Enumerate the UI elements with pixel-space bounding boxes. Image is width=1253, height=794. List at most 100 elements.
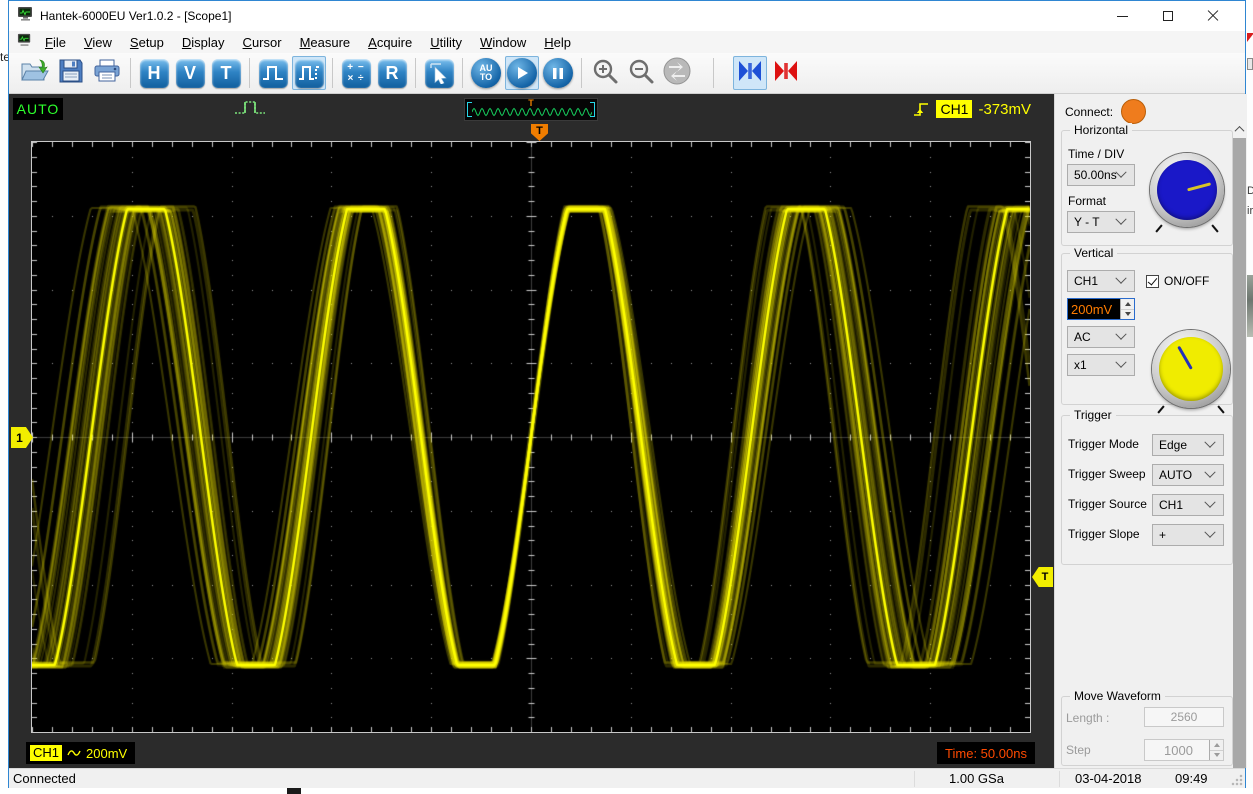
window-title: Hantek-6000EU Ver1.0.2 - [Scope1] bbox=[40, 9, 232, 23]
menu-cursor[interactable]: Cursor bbox=[234, 33, 291, 52]
zoom-in-button[interactable] bbox=[588, 56, 622, 90]
play-icon bbox=[507, 58, 537, 88]
move-waveform-group: Move Waveform Length : 2560 Step 1000 bbox=[1061, 689, 1233, 766]
close-button[interactable] bbox=[1190, 1, 1235, 31]
zoomout-icon bbox=[627, 57, 655, 90]
pulse-train-mode-button[interactable] bbox=[292, 56, 326, 90]
autoset-button[interactable]: AU TO bbox=[469, 56, 503, 90]
probe-select[interactable]: x1 bbox=[1067, 354, 1135, 376]
save-button[interactable] bbox=[54, 56, 88, 90]
menu-display[interactable]: Display bbox=[173, 33, 234, 52]
toolbar-separator bbox=[462, 58, 463, 88]
channel-onoff-checkbox[interactable]: ON/OFF bbox=[1146, 274, 1209, 288]
waveform-preview[interactable]: T bbox=[464, 98, 598, 121]
knob-tick bbox=[1217, 405, 1225, 414]
menu-measure[interactable]: Measure bbox=[291, 33, 360, 52]
ac-coupling-icon bbox=[67, 750, 81, 756]
trigger-source-select[interactable]: CH1 bbox=[1152, 494, 1224, 516]
app-icon bbox=[17, 6, 34, 27]
open-button[interactable] bbox=[18, 56, 52, 90]
letter-icon: V bbox=[175, 58, 205, 88]
vertical-setup-button[interactable]: V bbox=[173, 56, 207, 90]
background-icon-fragment bbox=[1247, 33, 1253, 42]
channel1-scale-value: 200mV bbox=[86, 745, 128, 761]
step-spinner: 1000 bbox=[1144, 739, 1224, 761]
trigger-level-value: -373mV bbox=[978, 100, 1031, 118]
trigger-source-label: Trigger Source bbox=[1068, 497, 1147, 511]
volts-div-value: 200mV bbox=[1068, 299, 1120, 319]
trigger-mode-select[interactable]: Edge bbox=[1152, 434, 1224, 456]
statusbar-separator bbox=[914, 771, 915, 787]
step-value: 1000 bbox=[1145, 740, 1209, 760]
channel1-readout: CH1 200mV bbox=[26, 742, 136, 764]
preview-trigger-mark: T bbox=[528, 98, 534, 108]
status-date: 03-04-2018 bbox=[1075, 771, 1142, 786]
rising-edge-icon bbox=[914, 103, 929, 116]
trigger-readout: CH1 -373mV bbox=[912, 97, 1031, 121]
vertical-group-title: Vertical bbox=[1070, 246, 1118, 260]
background-image-fragment bbox=[1246, 275, 1253, 337]
pulse-indicator-icon bbox=[233, 98, 267, 123]
trigger-sweep-label: Trigger Sweep bbox=[1068, 467, 1146, 481]
background-text-fragment: Di bbox=[1247, 185, 1253, 197]
vertical-position-knob[interactable] bbox=[1152, 330, 1230, 414]
reference-button[interactable]: R bbox=[375, 56, 409, 90]
time-div-label: Time / DIV bbox=[1068, 147, 1125, 161]
volts-div-spinner[interactable]: 200mV bbox=[1067, 298, 1135, 320]
trigger-level-marker[interactable]: T bbox=[1032, 567, 1053, 587]
pulse-mode-button[interactable] bbox=[256, 56, 290, 90]
math-button[interactable]: + − × ÷ bbox=[339, 56, 373, 90]
trigger-position-marker[interactable]: T bbox=[531, 124, 548, 141]
resize-grip[interactable] bbox=[1231, 774, 1243, 786]
trigger-sweep-select[interactable]: AUTO bbox=[1152, 464, 1224, 486]
scroll-up-button[interactable] bbox=[1233, 121, 1246, 138]
menu-file[interactable]: File bbox=[36, 33, 75, 52]
spin-down-button bbox=[1210, 750, 1223, 760]
minimize-button[interactable] bbox=[1100, 1, 1145, 31]
waveform-display[interactable] bbox=[32, 142, 1030, 732]
print-icon bbox=[93, 58, 121, 89]
pause-button[interactable] bbox=[541, 56, 575, 90]
connect-indicator[interactable] bbox=[1121, 99, 1147, 124]
channel1-zero-marker[interactable]: 1 bbox=[11, 427, 33, 448]
statusbar-separator bbox=[1059, 771, 1060, 787]
trigger-setup-button[interactable]: T bbox=[209, 56, 243, 90]
menu-setup[interactable]: Setup bbox=[121, 33, 173, 52]
background-window-fragment: te bbox=[0, 50, 8, 64]
auto-icon: AU TO bbox=[471, 58, 501, 88]
save-icon bbox=[58, 58, 84, 89]
refresh-button[interactable] bbox=[660, 56, 694, 90]
time-div-select[interactable]: 50.00ns bbox=[1067, 164, 1135, 186]
run-button[interactable] bbox=[505, 56, 539, 90]
spin-up-button[interactable] bbox=[1121, 299, 1134, 310]
cursor-measure-button[interactable] bbox=[422, 56, 456, 90]
print-button[interactable] bbox=[90, 56, 124, 90]
background-fragment bbox=[287, 788, 301, 794]
compress-waveform-button[interactable] bbox=[769, 56, 803, 90]
menu-view[interactable]: View bbox=[75, 33, 121, 52]
zoomin-icon bbox=[591, 57, 619, 90]
vertical-group: Vertical CH1 ON/OFF 200mV AC x1 bbox=[1061, 246, 1233, 414]
trigger-slope-label: Trigger Slope bbox=[1068, 527, 1140, 541]
coupling-select[interactable]: AC bbox=[1067, 326, 1135, 348]
format-select[interactable]: Y - T bbox=[1067, 211, 1135, 233]
trigger-slope-select[interactable]: + bbox=[1152, 524, 1224, 546]
channel1-badge: CH1 bbox=[30, 745, 63, 761]
panel-scrollbar[interactable] bbox=[1233, 121, 1246, 768]
horizontal-setup-button[interactable]: H bbox=[137, 56, 171, 90]
maximize-button[interactable] bbox=[1145, 1, 1190, 31]
menu-acquire[interactable]: Acquire bbox=[359, 33, 421, 52]
spin-down-button[interactable] bbox=[1121, 309, 1134, 319]
expand-waveform-button[interactable] bbox=[733, 56, 767, 90]
bowtie-icon bbox=[773, 59, 799, 88]
horizontal-position-knob[interactable] bbox=[1150, 153, 1224, 233]
menu-window[interactable]: Window bbox=[471, 33, 535, 52]
channel-select[interactable]: CH1 bbox=[1067, 270, 1135, 292]
pulse2-icon bbox=[294, 58, 324, 88]
menu-help[interactable]: Help bbox=[535, 33, 580, 52]
zoom-out-button[interactable] bbox=[624, 56, 658, 90]
menu-utility[interactable]: Utility bbox=[421, 33, 471, 52]
open-icon bbox=[20, 58, 50, 89]
scope-display[interactable] bbox=[31, 141, 1031, 733]
toolbar: H V T + − × ÷ R AU TO bbox=[9, 53, 1245, 94]
